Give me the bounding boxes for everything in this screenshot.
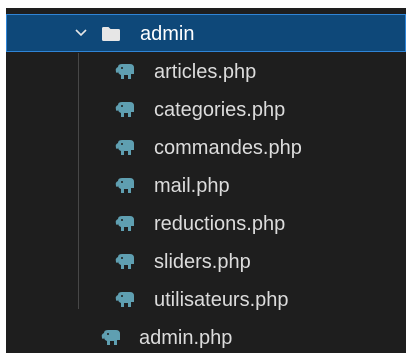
file-label: sliders.php xyxy=(154,251,251,273)
php-elephant-icon xyxy=(115,102,134,117)
file-label: admin.php xyxy=(139,327,233,349)
file-row-admin-php[interactable]: admin.php xyxy=(6,319,406,353)
php-elephant-icon xyxy=(115,292,134,307)
php-elephant-icon xyxy=(101,330,120,345)
file-row[interactable]: commandes.php xyxy=(6,129,406,167)
file-label: commandes.php xyxy=(154,137,302,159)
file-row[interactable]: sliders.php xyxy=(6,243,406,281)
php-elephant-icon xyxy=(115,254,134,269)
file-row[interactable]: mail.php xyxy=(6,167,406,205)
file-row[interactable]: utilisateurs.php xyxy=(6,281,406,319)
php-elephant-icon xyxy=(115,178,134,193)
file-label: categories.php xyxy=(154,99,286,121)
chevron-down-icon[interactable] xyxy=(73,25,89,41)
file-explorer-tree: admin articles.php categories.php comman… xyxy=(6,8,406,353)
file-label: articles.php xyxy=(154,61,257,83)
file-label: reductions.php xyxy=(154,213,286,235)
file-row[interactable]: reductions.php xyxy=(6,205,406,243)
folder-label: admin xyxy=(140,23,195,45)
file-label: mail.php xyxy=(154,175,230,197)
php-elephant-icon xyxy=(115,140,134,155)
folder-icon xyxy=(102,27,120,41)
php-elephant-icon xyxy=(115,64,134,79)
php-elephant-icon xyxy=(115,216,134,231)
folder-row-admin[interactable]: admin xyxy=(6,14,406,52)
file-row[interactable]: articles.php xyxy=(6,53,406,91)
file-row[interactable]: categories.php xyxy=(6,91,406,129)
file-label: utilisateurs.php xyxy=(154,289,289,311)
